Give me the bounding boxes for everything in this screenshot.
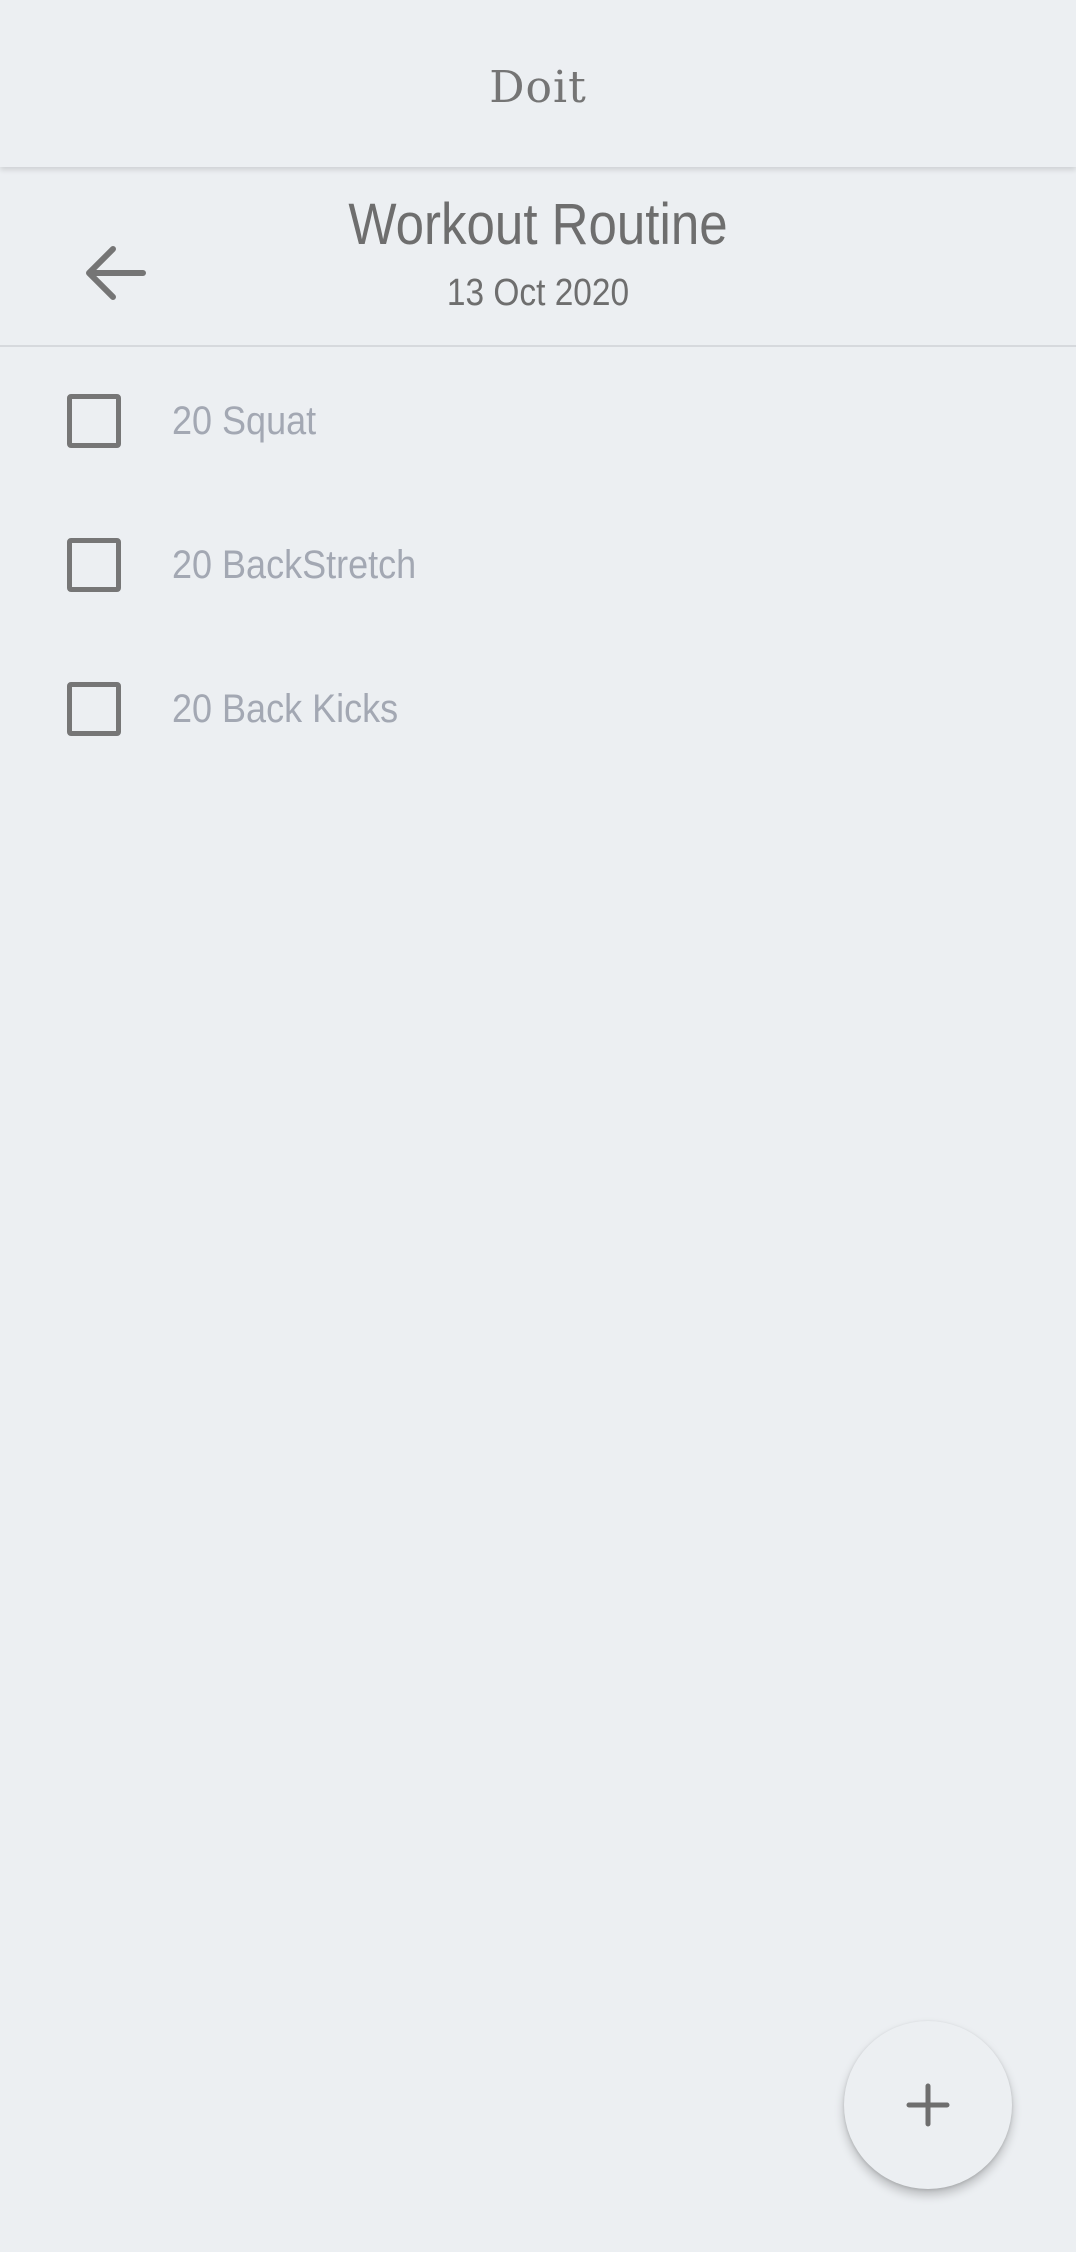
task-item[interactable]: 20 Squat — [0, 349, 1076, 493]
task-checkbox[interactable] — [67, 682, 121, 736]
task-list: 20 Squat 20 BackStretch 20 Back Kicks — [0, 349, 1076, 781]
add-task-button[interactable] — [844, 2021, 1012, 2189]
task-label: 20 Back Kicks — [172, 686, 399, 731]
page-title: Workout Routine — [348, 192, 728, 257]
task-label: 20 Squat — [172, 398, 317, 443]
task-item[interactable]: 20 Back Kicks — [0, 637, 1076, 781]
app-title: Doit — [489, 62, 587, 113]
list-header: Workout Routine 13 Oct 2020 — [0, 167, 1076, 347]
task-item[interactable]: 20 BackStretch — [0, 493, 1076, 637]
app-screen: Doit Workout Routine 13 Oct 2020 20 Squa… — [0, 0, 1076, 2252]
task-checkbox[interactable] — [67, 538, 121, 592]
page-date: 13 Oct 2020 — [446, 272, 630, 314]
task-label: 20 BackStretch — [172, 542, 417, 587]
plus-icon — [906, 2083, 950, 2127]
header-text: Workout Routine 13 Oct 2020 — [0, 193, 1076, 315]
app-bar: Doit — [0, 0, 1076, 167]
task-checkbox[interactable] — [67, 394, 121, 448]
